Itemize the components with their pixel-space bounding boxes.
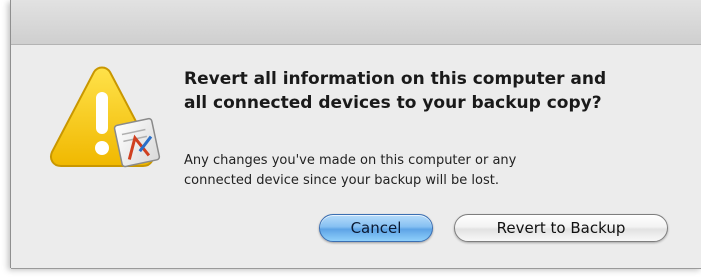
exclamation-bar [96, 92, 108, 134]
dialog-message: Any changes you've made on this computer… [184, 153, 517, 188]
app-badge-icon [113, 117, 161, 168]
exclamation-dot [95, 141, 109, 155]
screen: Revert all information on this computer … [0, 0, 701, 279]
dialog-heading: Revert all information on this computer … [184, 69, 607, 113]
warning-icon [50, 66, 161, 168]
revert-to-backup-button[interactable]: Revert to Backup [454, 214, 668, 242]
dialog-titlebar[interactable] [11, 0, 701, 45]
cancel-button[interactable]: Cancel [319, 214, 433, 242]
